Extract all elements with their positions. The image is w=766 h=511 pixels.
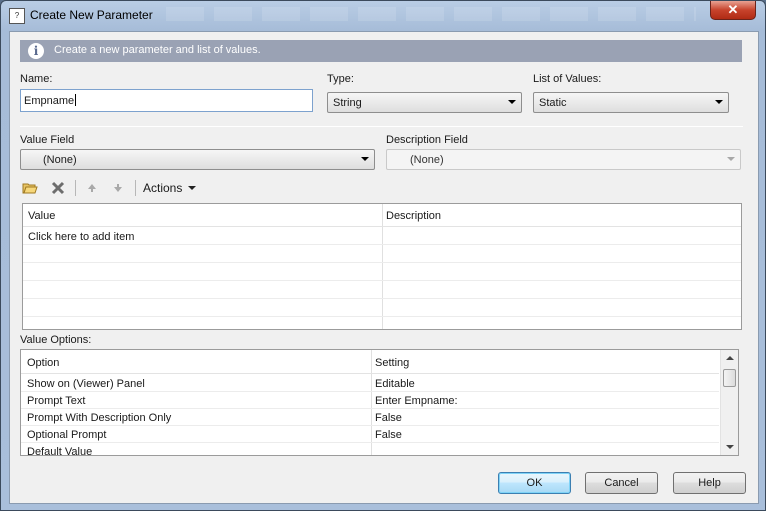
table-row[interactable]: Prompt With Description Only False (21, 409, 719, 426)
name-input[interactable]: Empname (20, 89, 313, 112)
column-header-setting[interactable]: Setting (375, 357, 409, 369)
value-field-select[interactable]: (None) (20, 149, 375, 170)
text-caret (75, 94, 77, 106)
table-row[interactable] (23, 264, 741, 281)
chevron-down-icon (508, 100, 516, 104)
ok-button[interactable]: OK (498, 472, 571, 494)
name-input-value: Empname (24, 95, 75, 107)
table-row[interactable]: Prompt Text Enter Empname: (21, 392, 719, 409)
table-row[interactable]: Optional Prompt False (21, 426, 719, 443)
option-name: Default Value (27, 446, 93, 455)
type-select[interactable]: String (327, 92, 522, 113)
toolbar-separator (135, 180, 136, 196)
background-menu-ghost (166, 7, 696, 21)
dialog-body: i Create a new parameter and list of val… (9, 31, 759, 504)
table-row[interactable]: Show on (Viewer) Panel Editable (21, 375, 719, 392)
list-of-values-select[interactable]: Static (533, 92, 729, 113)
info-text: Create a new parameter and list of value… (54, 44, 261, 56)
scroll-up-icon[interactable] (726, 356, 734, 360)
close-button[interactable]: ✕ (710, 1, 756, 20)
table-row[interactable] (23, 246, 741, 263)
add-item-cell[interactable]: Click here to add item (28, 231, 134, 243)
table-row[interactable]: Default Value (21, 443, 719, 455)
title-bar[interactable]: ? Create New Parameter ✕ (1, 1, 765, 31)
actions-menu-button[interactable]: Actions (143, 181, 197, 195)
type-select-value: String (333, 97, 362, 109)
vertical-scrollbar[interactable] (720, 350, 738, 455)
value-options-grid: Option Setting Show on (Viewer) Panel Ed… (20, 349, 739, 456)
list-of-values-label: List of Values: (533, 73, 602, 85)
name-label: Name: (20, 73, 53, 85)
delete-icon[interactable] (50, 180, 66, 196)
help-button[interactable]: Help (673, 472, 746, 494)
option-setting[interactable]: Editable (375, 378, 415, 390)
table-row[interactable] (23, 300, 741, 317)
values-grid-header: Value Description (23, 204, 741, 227)
move-up-icon[interactable] (84, 180, 100, 196)
value-field-label: Value Field (20, 134, 75, 146)
toolbar-separator (75, 180, 76, 196)
info-icon: i (28, 43, 44, 59)
info-banner: i Create a new parameter and list of val… (20, 40, 742, 62)
move-down-icon[interactable] (110, 180, 126, 196)
description-field-select[interactable]: (None) (386, 149, 741, 170)
parameter-app-icon: ? (9, 8, 25, 24)
scroll-thumb[interactable] (723, 369, 736, 387)
values-toolbar: Actions (22, 178, 322, 198)
description-field-label: Description Field (386, 134, 468, 146)
option-name: Prompt With Description Only (27, 412, 172, 424)
option-setting[interactable]: Enter Empname: (375, 395, 458, 407)
column-header-description[interactable]: Description (386, 210, 441, 222)
section-divider (20, 126, 743, 127)
scroll-down-icon[interactable] (726, 445, 734, 449)
table-row[interactable]: Click here to add item (23, 228, 741, 245)
table-row[interactable] (23, 282, 741, 299)
actions-label: Actions (143, 181, 183, 195)
chevron-down-icon (715, 100, 723, 104)
option-name: Optional Prompt (27, 429, 107, 441)
option-name: Prompt Text (27, 395, 86, 407)
folder-open-icon[interactable] (22, 180, 38, 196)
column-header-option[interactable]: Option (27, 357, 59, 369)
chevron-down-icon (361, 157, 369, 161)
value-options-label: Value Options: (20, 334, 92, 346)
values-grid: Value Description Click here to add item (22, 203, 742, 330)
dialog-window: ? Create New Parameter ✕ i Create a new … (0, 0, 766, 511)
chevron-down-icon (727, 157, 735, 161)
chevron-down-icon (188, 186, 197, 190)
list-of-values-value: Static (539, 97, 567, 109)
column-header-value[interactable]: Value (28, 210, 55, 222)
option-setting[interactable]: False (375, 429, 402, 441)
option-name: Show on (Viewer) Panel (27, 378, 145, 390)
value-field-value: (None) (43, 154, 77, 166)
type-label: Type: (327, 73, 354, 85)
window-title: Create New Parameter (30, 8, 153, 22)
value-options-header: Option Setting (21, 350, 719, 374)
cancel-button[interactable]: Cancel (585, 472, 658, 494)
option-setting[interactable]: False (375, 412, 402, 424)
description-field-value: (None) (410, 154, 444, 166)
